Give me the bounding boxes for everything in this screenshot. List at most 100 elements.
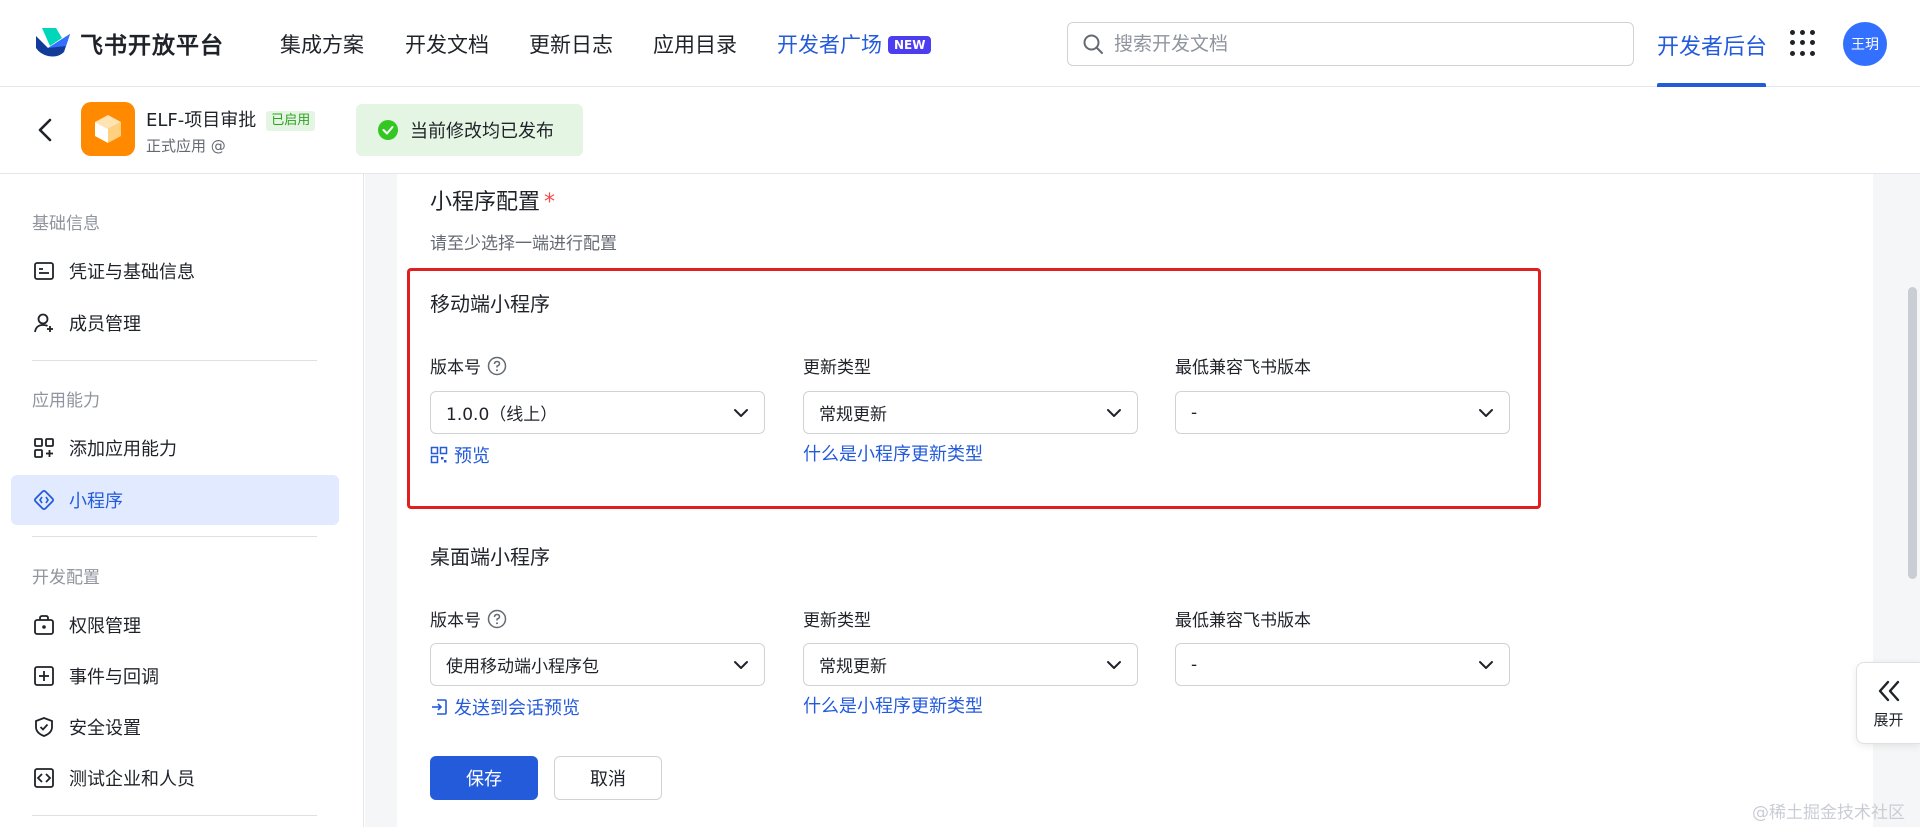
chevron-down-icon <box>1107 408 1121 417</box>
mobile-min-version-label: 最低兼容飞书版本 <box>1175 358 1311 378</box>
desktop-update-type-select[interactable]: 常规更新 <box>803 643 1138 686</box>
developer-backend-link[interactable]: 开发者后台 <box>1657 29 1767 61</box>
top-navbar: 飞书开放平台 集成方案 开发文档 更新日志 应用目录 开发者广场 NEW 开发者后… <box>0 0 1920 87</box>
lock-box-icon <box>34 615 54 635</box>
mobile-min-version-value: - <box>1191 402 1198 423</box>
mobile-min-version-select[interactable]: - <box>1175 391 1510 434</box>
sidebar-item-label: 小程序 <box>69 491 123 512</box>
new-badge: NEW <box>888 36 932 54</box>
mobile-update-help-link[interactable]: 什么是小程序更新类型 <box>803 440 983 466</box>
nav-item-app-directory[interactable]: 应用目录 <box>653 29 737 59</box>
desktop-min-version-label: 最低兼容飞书版本 <box>1175 611 1311 631</box>
chevron-down-icon <box>1479 408 1493 417</box>
sidebar: 基础信息 凭证与基础信息 成员管理 应用能力 添加应用能力 小程序 开发配置 权… <box>0 174 364 827</box>
back-button[interactable] <box>34 115 56 145</box>
sidebar-item-events[interactable]: 事件与回调 <box>11 651 339 701</box>
nav-item-changelog[interactable]: 更新日志 <box>529 29 613 59</box>
sidebar-divider <box>32 536 317 537</box>
main-scrollbar[interactable] <box>1908 287 1917 579</box>
nav-item-solutions[interactable]: 集成方案 <box>280 29 364 59</box>
page-title-text: 小程序配置 <box>430 190 541 215</box>
nav-item-developer-plaza-label: 开发者广场 <box>777 33 882 57</box>
sidebar-divider <box>32 815 317 816</box>
required-mark: * <box>544 190 556 215</box>
desktop-version-label-text: 版本号 <box>430 611 481 631</box>
desktop-section-title: 桌面端小程序 <box>430 545 550 569</box>
sidebar-item-mini-program[interactable]: 小程序 <box>11 475 339 525</box>
nav-item-developer-plaza[interactable]: 开发者广场 NEW <box>777 29 932 59</box>
chevron-down-icon <box>734 408 748 417</box>
feishu-logo-icon <box>36 28 70 57</box>
brand-logo[interactable]: 飞书开放平台 <box>34 26 224 60</box>
mobile-version-label: 版本号 <box>430 353 507 378</box>
mobile-version-value: 1.0.0（线上） <box>446 405 558 425</box>
expand-label: 展开 <box>1873 710 1904 729</box>
search-input[interactable] <box>1114 33 1594 55</box>
sidebar-divider <box>32 360 317 361</box>
sidebar-section-basic: 基础信息 <box>32 214 100 234</box>
sidebar-item-members[interactable]: 成员管理 <box>11 298 339 348</box>
mobile-update-type-select[interactable]: 常规更新 <box>803 391 1138 434</box>
chevron-down-icon <box>1107 660 1121 669</box>
id-card-icon <box>34 262 54 280</box>
help-circle-icon[interactable] <box>487 356 507 376</box>
published-status-text: 当前修改均已发布 <box>410 121 554 142</box>
desktop-update-type-value: 常规更新 <box>819 657 887 677</box>
sidebar-item-label: 添加应用能力 <box>69 439 177 460</box>
help-circle-icon[interactable] <box>487 609 507 629</box>
published-status-banner: 当前修改均已发布 <box>356 104 583 156</box>
chevron-down-icon <box>1479 660 1493 669</box>
check-circle-icon <box>378 120 398 140</box>
mobile-version-select[interactable]: 1.0.0（线上） <box>430 391 765 434</box>
desktop-update-type-label: 更新类型 <box>803 611 871 631</box>
shield-icon <box>35 717 53 737</box>
highlight-annotation-box <box>407 268 1541 509</box>
chevron-down-icon <box>734 660 748 669</box>
cancel-button[interactable]: 取消 <box>554 756 662 800</box>
sidebar-item-security[interactable]: 安全设置 <box>11 702 339 752</box>
mobile-preview-link[interactable]: 预览 <box>430 442 490 468</box>
watermark: @稀土掘金技术社区 <box>1752 803 1905 823</box>
app-icon <box>81 102 135 156</box>
desktop-version-select[interactable]: 使用移动端小程序包 <box>430 643 765 686</box>
sidebar-section-dev-config: 开发配置 <box>32 568 100 588</box>
code-box-icon <box>34 768 54 788</box>
app-subtitle: 正式应用 @ <box>146 137 226 155</box>
sidebar-section-capabilities: 应用能力 <box>32 391 100 411</box>
send-to-chat-icon <box>432 699 447 715</box>
cube-icon <box>95 115 121 143</box>
mobile-preview-link-text: 预览 <box>454 446 490 467</box>
search-box[interactable] <box>1067 22 1634 66</box>
mobile-update-type-value: 常规更新 <box>819 405 887 425</box>
sidebar-item-add-capability[interactable]: 添加应用能力 <box>11 423 339 473</box>
search-icon <box>1083 34 1103 54</box>
user-avatar[interactable]: 王玥 <box>1843 22 1887 66</box>
app-status-badge: 已启用 <box>266 111 316 131</box>
desktop-min-version-select[interactable]: - <box>1175 643 1510 686</box>
chevron-left-icon <box>38 118 52 142</box>
app-header: ELF-项目审批 已启用 正式应用 @ 当前修改均已发布 <box>0 87 1920 174</box>
desktop-send-preview-link[interactable]: 发送到会话预览 <box>430 694 580 720</box>
desktop-send-preview-link-text: 发送到会话预览 <box>454 698 580 719</box>
save-button[interactable]: 保存 <box>430 756 538 800</box>
sidebar-item-label: 凭证与基础信息 <box>69 262 195 283</box>
apps-add-icon <box>34 438 54 458</box>
sidebar-item-test-enterprise[interactable]: 测试企业和人员 <box>11 753 339 803</box>
sidebar-item-label: 权限管理 <box>69 616 141 637</box>
desktop-version-label: 版本号 <box>430 606 507 631</box>
desktop-update-help-link[interactable]: 什么是小程序更新类型 <box>803 692 983 718</box>
double-chevron-left-icon <box>1878 680 1899 701</box>
sidebar-item-credentials[interactable]: 凭证与基础信息 <box>11 246 339 296</box>
sidebar-item-label: 安全设置 <box>69 718 141 739</box>
mobile-version-label-text: 版本号 <box>430 358 481 378</box>
sidebar-item-permissions[interactable]: 权限管理 <box>11 600 339 650</box>
desktop-version-value: 使用移动端小程序包 <box>446 657 599 677</box>
expand-panel-button[interactable]: 展开 <box>1856 662 1920 744</box>
sidebar-item-label: 事件与回调 <box>69 667 159 688</box>
sidebar-item-label: 成员管理 <box>69 314 141 335</box>
mini-program-icon <box>34 490 54 510</box>
brand-name: 飞书开放平台 <box>80 33 224 59</box>
nav-item-docs[interactable]: 开发文档 <box>405 29 489 59</box>
user-add-icon <box>34 313 53 333</box>
app-launcher-grid-icon[interactable] <box>1790 30 1816 56</box>
